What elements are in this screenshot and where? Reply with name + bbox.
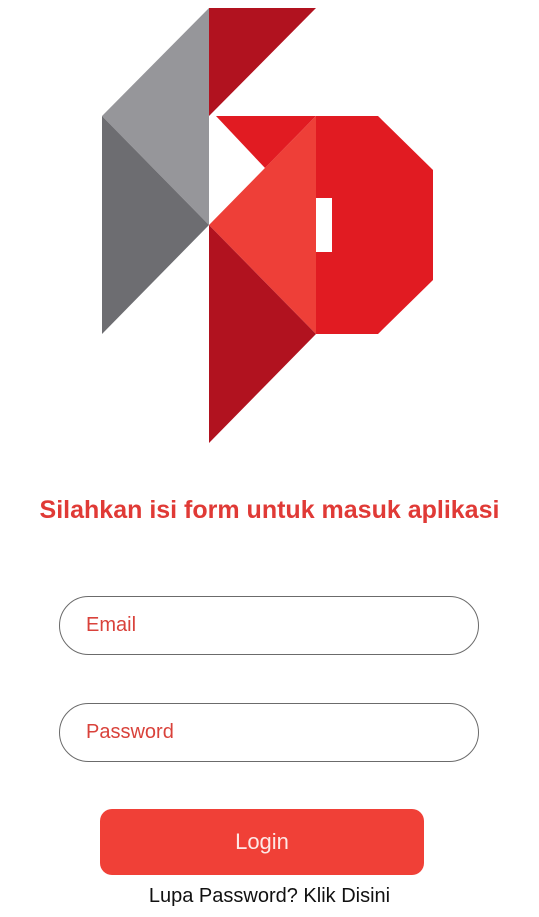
forgot-password-prefix: Lupa Password? [148, 885, 298, 907]
kp-logo-icon [102, 8, 433, 443]
logo-red-top [209, 8, 316, 116]
email-field[interactable] [59, 596, 479, 655]
logo-white-bar [316, 198, 332, 252]
page-heading: Silahkan isi form untuk masuk aplikasi [39, 496, 500, 524]
password-field[interactable] [59, 703, 479, 762]
forgot-password-link[interactable]: Klik Disini [303, 885, 390, 907]
login-button[interactable]: Login [100, 809, 424, 875]
logo-red-body [316, 116, 433, 334]
forgot-password-text: Lupa Password? Klik Disini [0, 885, 539, 908]
